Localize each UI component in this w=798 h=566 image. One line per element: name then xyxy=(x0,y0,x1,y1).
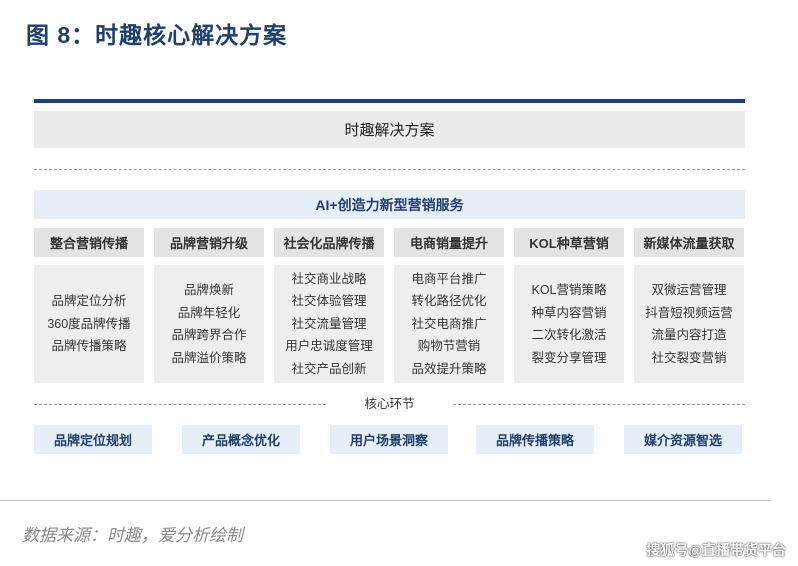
column-header-1: 整合营销传播 xyxy=(34,228,144,257)
list-item: 购物节营销 xyxy=(417,339,481,354)
list-item: 360度品牌传播 xyxy=(47,316,131,331)
list-item: 品牌定位分析 xyxy=(51,294,127,309)
column-body-5: KOL营销策略 种草内容营销 二次转化激活 裂变分享管理 xyxy=(514,265,624,383)
core-item-3: 用户场景洞察 xyxy=(330,425,448,454)
core-item-5: 媒介资源智选 xyxy=(624,425,742,454)
figure-title: 图 8：时趣核心解决方案 xyxy=(26,22,288,48)
list-item: 双微运营管理 xyxy=(651,283,727,297)
service-bar: AI+创造力新型营销服务 xyxy=(34,190,745,219)
watermark: 搜狐号@直播带货平台 xyxy=(646,542,786,558)
column-body-3: 社交商业战略 社交体验管理 社交流量管理 用户忠诚度管理 社交产品创新 xyxy=(274,265,384,383)
core-item-2: 产品概念优化 xyxy=(182,425,300,454)
list-item: 种草内容营销 xyxy=(531,305,607,320)
list-item: 品牌焕新 xyxy=(183,283,234,297)
list-item: 品牌传播策略 xyxy=(51,339,127,354)
list-item: 用户忠诚度管理 xyxy=(285,339,373,354)
list-item: 品牌溢价策略 xyxy=(171,350,247,365)
top-accent-bar xyxy=(34,99,745,103)
column-body-2: 品牌焕新 品牌年轻化 品牌跨界合作 品牌溢价策略 xyxy=(154,265,264,383)
list-item: 社交流量管理 xyxy=(291,316,367,331)
list-item: 社交体验管理 xyxy=(291,294,367,309)
column-header-3: 社会化品牌传播 xyxy=(274,228,384,257)
core-item-1: 品牌定位规划 xyxy=(34,425,152,454)
list-item: 转化路径优化 xyxy=(411,294,487,309)
list-item: 社交电商推广 xyxy=(411,316,487,331)
column-body-1: 品牌定位分析 360度品牌传播 品牌传播策略 xyxy=(34,265,144,383)
column-header-5: KOL种草营销 xyxy=(514,228,624,257)
list-item: 抖音短视频运营 xyxy=(645,305,733,320)
list-item: 品牌跨界合作 xyxy=(171,328,247,342)
footer-divider xyxy=(0,500,770,501)
list-item: 电商平台推广 xyxy=(411,271,487,286)
column-header-4: 电商销量提升 xyxy=(394,228,504,257)
list-item: 社交裂变营销 xyxy=(651,350,727,365)
list-item: 裂变分享管理 xyxy=(531,350,607,365)
solution-header: 时趣解决方案 xyxy=(34,111,745,148)
column-header-6: 新媒体流量获取 xyxy=(634,228,744,257)
list-item: 社交商业战略 xyxy=(291,271,367,286)
list-item: 二次转化激活 xyxy=(531,328,607,342)
list-item: 品牌年轻化 xyxy=(177,305,241,320)
core-item-4: 品牌传播策略 xyxy=(476,425,594,454)
column-header-2: 品牌营销升级 xyxy=(154,228,264,257)
list-item: 社交产品创新 xyxy=(291,361,367,376)
column-body-4: 电商平台推广 转化路径优化 社交电商推广 购物节营销 品效提升策略 xyxy=(394,265,504,383)
list-item: KOL营销策略 xyxy=(531,283,607,297)
core-label: 核心环节 xyxy=(34,395,745,413)
list-item: 流量内容打造 xyxy=(651,328,727,342)
source-note: 数据来源：时趣，爱分析绘制 xyxy=(22,526,243,545)
divider-dashed xyxy=(34,169,745,170)
column-body-6: 双微运营管理 抖音短视频运营 流量内容打造 社交裂变营销 xyxy=(634,265,744,383)
list-item: 品效提升策略 xyxy=(411,361,487,376)
core-section-row: 核心环节 xyxy=(34,395,745,413)
